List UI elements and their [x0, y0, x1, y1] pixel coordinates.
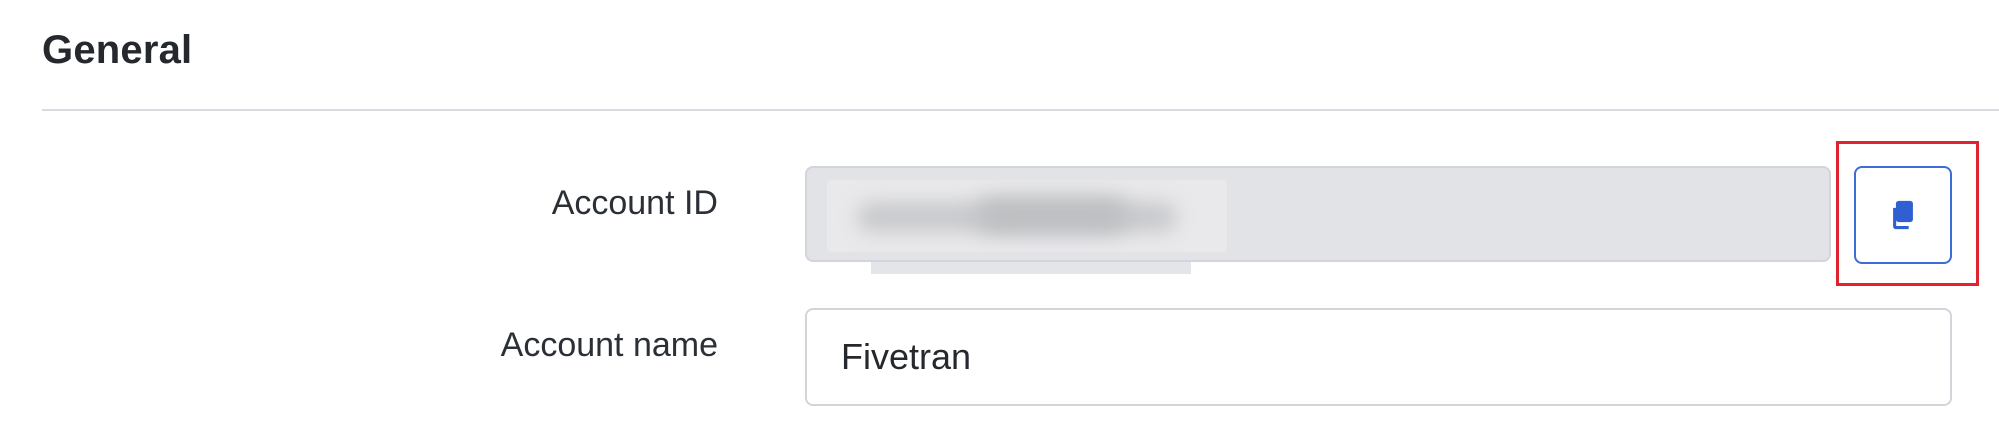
section-title: General — [42, 28, 193, 72]
account-name-input[interactable] — [805, 308, 1952, 406]
account-id-redaction-strip — [871, 262, 1191, 274]
account-name-label: Account name — [500, 326, 718, 364]
section-divider — [42, 109, 1999, 111]
account-id-label: Account ID — [551, 184, 718, 222]
highlight-annotation — [1836, 141, 1979, 286]
account-id-field — [805, 166, 1831, 262]
account-id-redacted-value — [827, 180, 1227, 252]
